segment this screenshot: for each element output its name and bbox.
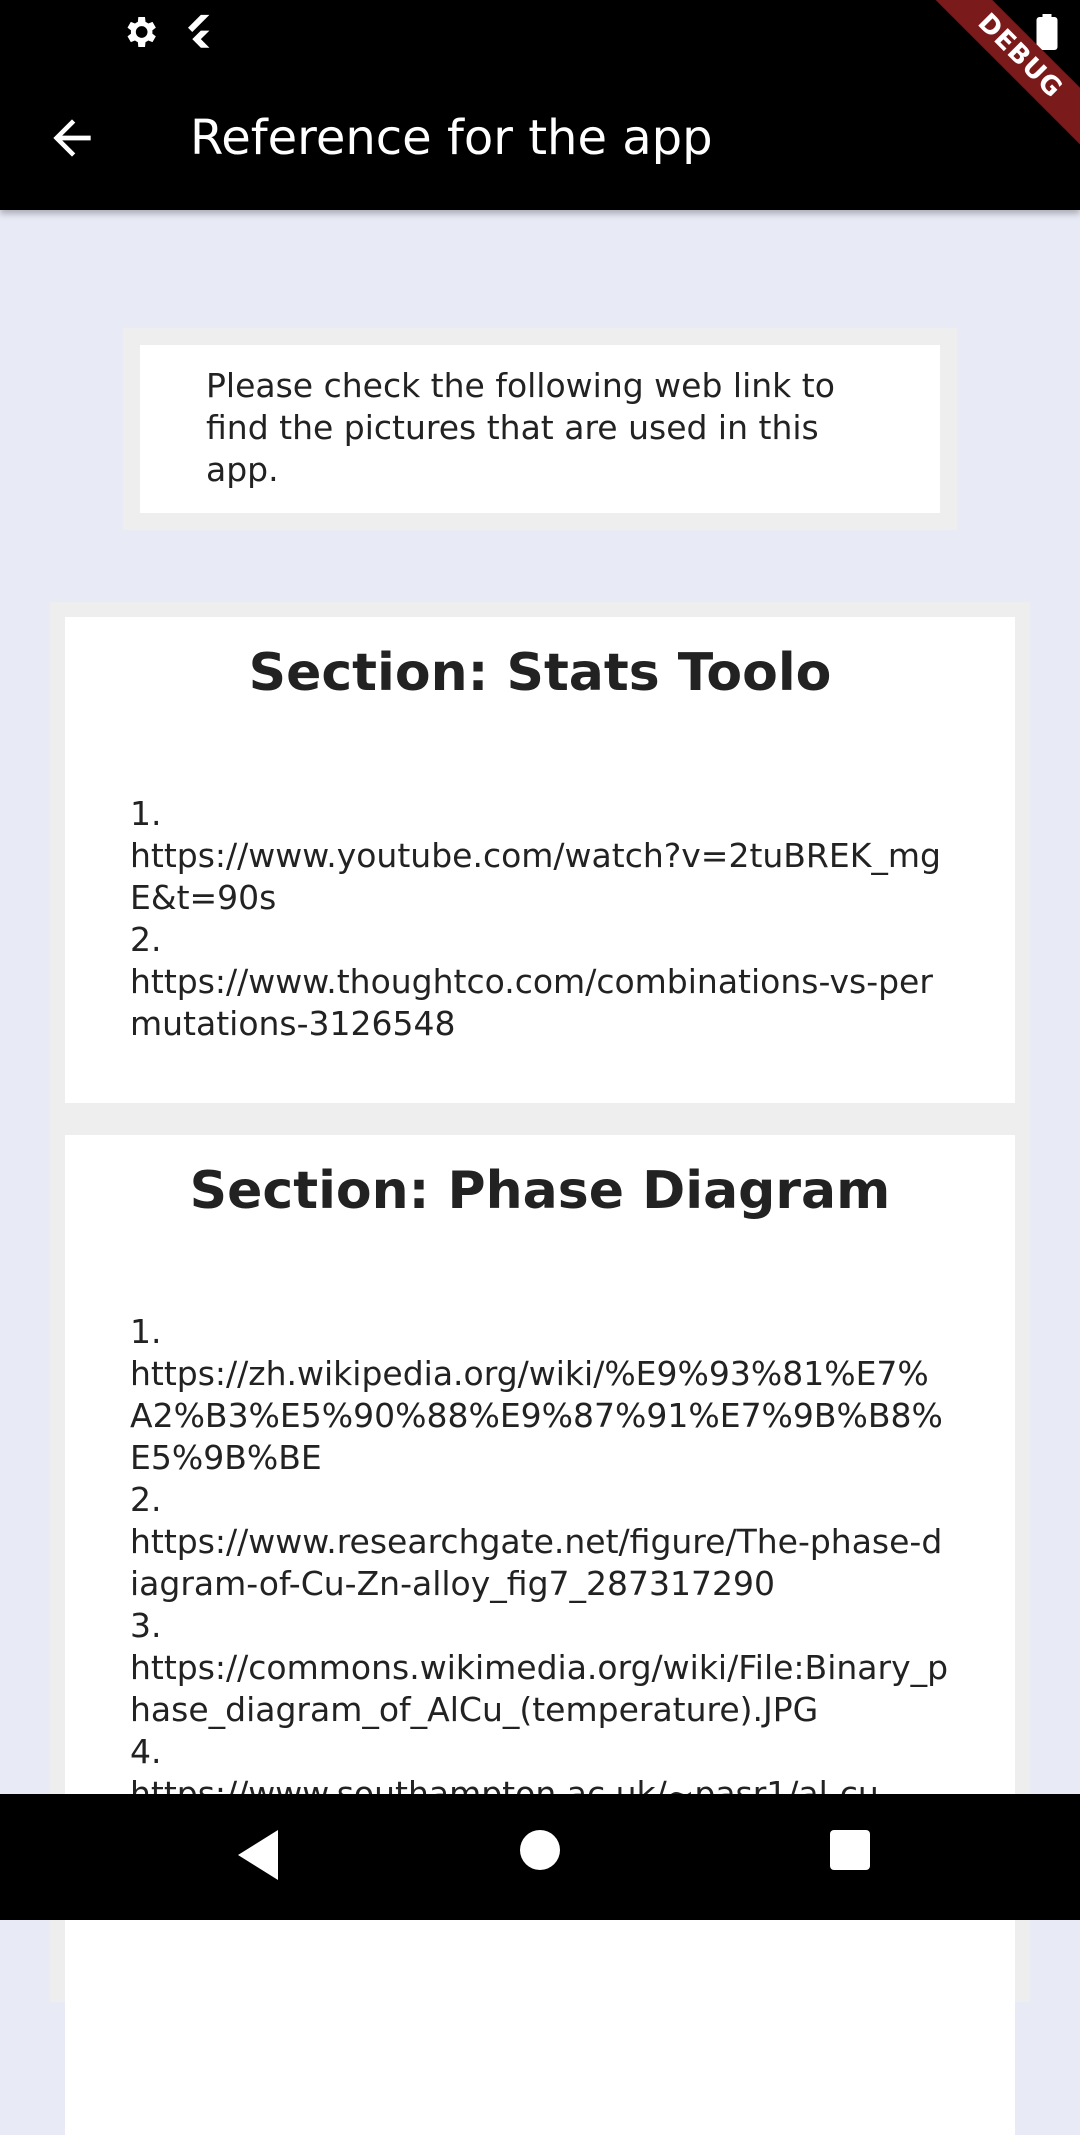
- reference-list: 1. https://www.youtube.com/watch?v=2tuBR…: [130, 793, 950, 1045]
- sections-container: Section: Stats Toolo 1. https://www.yout…: [50, 602, 1030, 2135]
- back-arrow-icon[interactable]: [44, 110, 100, 166]
- notice-card: Please check the following web link to f…: [123, 328, 957, 530]
- page-title: Reference for the app: [190, 110, 713, 166]
- reference-link[interactable]: 1. https://www.youtube.com/watch?v=2tuBR…: [130, 793, 950, 919]
- nav-home-icon[interactable]: [520, 1830, 560, 1870]
- section-card-stats: Section: Stats Toolo 1. https://www.yout…: [65, 617, 1015, 1103]
- section-title: Section: Stats Toolo: [248, 643, 832, 703]
- flutter-icon: [188, 14, 210, 48]
- section-card-phase-diagram: Section: Phase Diagram 1. https://zh.wik…: [65, 1135, 1015, 2135]
- reference-list: 1. https://zh.wikipedia.org/wiki/%E9%93%…: [130, 1311, 950, 1815]
- reference-link[interactable]: 1. https://zh.wikipedia.org/wiki/%E9%93%…: [130, 1311, 950, 1479]
- notice-text: Please check the following web link to f…: [206, 366, 835, 489]
- nav-recents-icon[interactable]: [830, 1830, 870, 1870]
- navigation-bar: [0, 1794, 1080, 1920]
- reference-link[interactable]: 2. https://www.researchgate.net/figure/T…: [130, 1479, 950, 1605]
- battery-icon: [1036, 14, 1058, 50]
- section-title: Section: Phase Diagram: [189, 1161, 891, 1221]
- reference-link[interactable]: 3. https://commons.wikimedia.org/wiki/Fi…: [130, 1605, 950, 1731]
- gear-icon: [127, 17, 156, 47]
- app-bar: Reference for the app: [0, 64, 1080, 210]
- nav-back-icon[interactable]: [238, 1830, 282, 1880]
- status-bar: [0, 0, 1080, 64]
- reference-link[interactable]: 2. https://www.thoughtco.com/combination…: [130, 919, 950, 1045]
